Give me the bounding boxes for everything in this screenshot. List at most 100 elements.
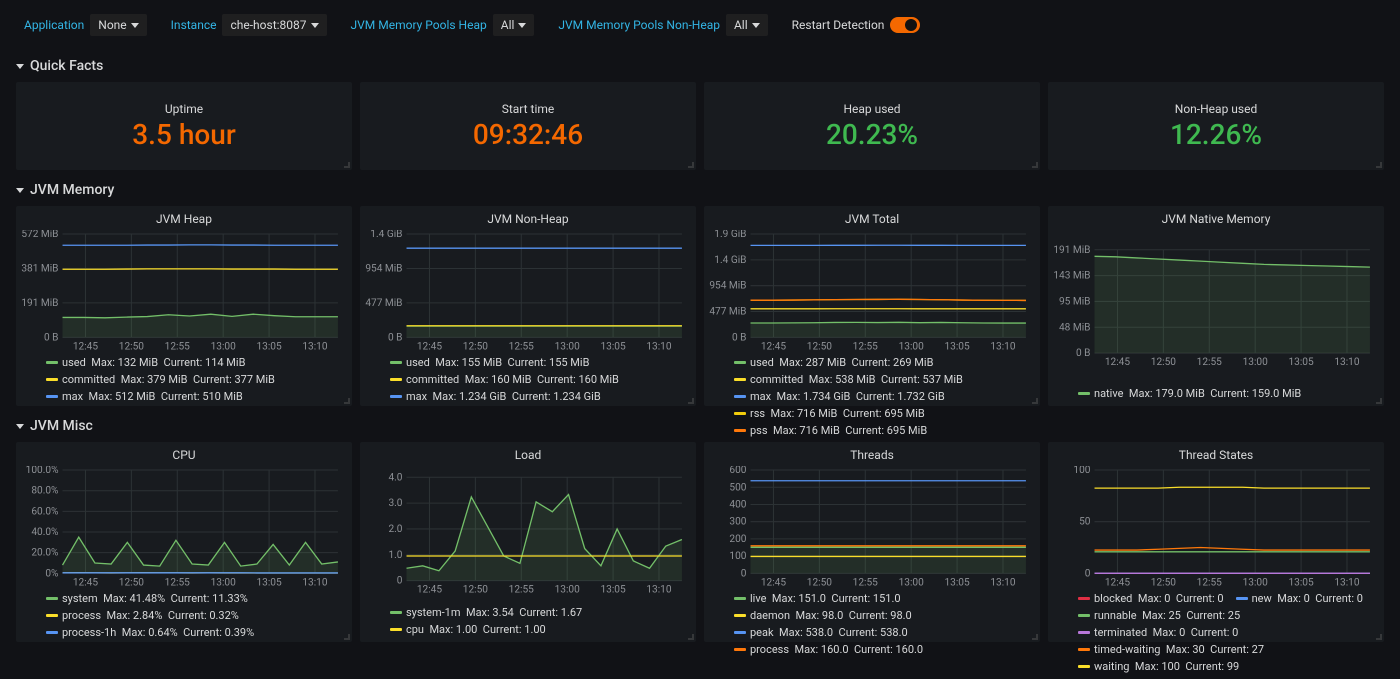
legend-item[interactable]: pss Max: 716 MiB Current: 695 MiB: [734, 424, 927, 437]
legend-label: system-1m Max: 3.54 Current: 1.67: [406, 606, 582, 619]
legend-item[interactable]: max Max: 512 MiB Current: 510 MiB: [46, 390, 243, 403]
svg-text:0: 0: [741, 568, 747, 579]
resize-handle[interactable]: [1376, 634, 1382, 640]
legend-item[interactable]: system-1m Max: 3.54 Current: 1.67: [390, 606, 582, 619]
jvm-memory-row: JVM Heap0 B191 MiB381 MiB572 MiB12:4512:…: [0, 202, 1400, 410]
svg-text:13:10: 13:10: [646, 585, 671, 596]
legend-label: max Max: 1.734 GiB Current: 1.732 GiB: [750, 390, 945, 403]
var-instance-value[interactable]: che-host:8087: [222, 14, 326, 36]
section-toggle-jvm-memory[interactable]: JVM Memory: [0, 174, 1400, 202]
svg-text:13:10: 13:10: [990, 577, 1015, 587]
panel-start-time[interactable]: Start time 09:32:46: [360, 82, 696, 170]
legend-item[interactable]: rss Max: 716 MiB Current: 695 MiB: [734, 407, 925, 420]
legend-item[interactable]: blocked Max: 0 Current: 0: [1078, 592, 1224, 605]
legend-item[interactable]: used Max: 155 MiB Current: 155 MiB: [390, 356, 589, 369]
svg-text:200: 200: [729, 534, 746, 545]
legend-item[interactable]: used Max: 287 MiB Current: 269 MiB: [734, 356, 933, 369]
chart-legend: native Max: 179.0 MiB Current: 159.0 MiB: [1048, 385, 1384, 406]
resize-handle[interactable]: [688, 162, 694, 168]
legend-item[interactable]: max Max: 1.234 GiB Current: 1.234 GiB: [390, 390, 601, 403]
svg-text:12:50: 12:50: [119, 341, 144, 351]
legend-swatch: [1078, 614, 1090, 617]
panel-cpu[interactable]: CPU0%20.0%40.0%60.0%80.0%100.0%12:4512:5…: [16, 442, 352, 642]
legend-item[interactable]: peak Max: 538.0 Current: 538.0: [734, 626, 908, 639]
resize-handle[interactable]: [688, 634, 694, 640]
var-instance[interactable]: Instance che-host:8087: [163, 10, 335, 40]
chart-svg: 0 B477 MiB954 MiB1.4 GiB12:4512:5012:551…: [364, 230, 688, 352]
legend-swatch: [390, 628, 402, 631]
caret-down-icon: [518, 23, 526, 28]
legend-item[interactable]: committed Max: 160 MiB Current: 160 MiB: [390, 373, 619, 386]
legend-item[interactable]: live Max: 151.0 Current: 151.0: [734, 592, 901, 605]
legend-item[interactable]: process-1h Max: 0.64% Current: 0.39%: [46, 626, 254, 639]
restart-detection-switch[interactable]: [890, 17, 920, 33]
var-application-value[interactable]: None: [90, 14, 146, 36]
caret-down-icon: [752, 23, 760, 28]
quick-facts-row: Uptime 3.5 hour Start time 09:32:46 Heap…: [0, 78, 1400, 174]
resize-handle[interactable]: [344, 162, 350, 168]
resize-handle[interactable]: [1376, 398, 1382, 404]
section-toggle-quick-facts[interactable]: Quick Facts: [0, 50, 1400, 78]
svg-text:477 MiB: 477 MiB: [365, 298, 402, 309]
chart-legend: system-1m Max: 3.54 Current: 1.67 cpu Max…: [360, 604, 696, 642]
resize-handle[interactable]: [1032, 634, 1038, 640]
legend-item[interactable]: system Max: 41.48% Current: 11.33%: [46, 592, 248, 605]
svg-text:13:05: 13:05: [600, 585, 625, 596]
legend-item[interactable]: new Max: 0 Current: 0: [1236, 592, 1363, 605]
panel-threads[interactable]: Threads010020030040050060012:4512:5012:5…: [704, 442, 1040, 642]
svg-text:12:45: 12:45: [1105, 577, 1130, 587]
panel-jvm_total[interactable]: JVM Total0 B477 MiB954 MiB1.4 GiB1.9 GiB…: [704, 206, 1040, 406]
var-application[interactable]: Application None: [16, 10, 155, 40]
legend-item[interactable]: process Max: 160.0 Current: 160.0: [734, 643, 923, 656]
panel-uptime[interactable]: Uptime 3.5 hour: [16, 82, 352, 170]
svg-text:400: 400: [729, 500, 746, 511]
resize-handle[interactable]: [344, 634, 350, 640]
section-toggle-jvm-misc[interactable]: JVM Misc: [0, 410, 1400, 438]
svg-text:1.4 GiB: 1.4 GiB: [714, 255, 746, 266]
panel-heap-used[interactable]: Heap used 20.23%: [704, 82, 1040, 170]
svg-text:12:50: 12:50: [1151, 577, 1176, 587]
resize-handle[interactable]: [1032, 398, 1038, 404]
panel-load[interactable]: Load01.02.03.04.012:4512:5012:5513:0013:…: [360, 442, 696, 642]
legend-item[interactable]: cpu Max: 1.00 Current: 1.00: [390, 623, 546, 636]
svg-text:13:10: 13:10: [302, 577, 327, 587]
legend-swatch: [734, 378, 746, 381]
var-pools-nonheap[interactable]: JVM Memory Pools Non-Heap All: [550, 10, 775, 40]
resize-handle[interactable]: [1376, 162, 1382, 168]
legend-item[interactable]: native Max: 179.0 MiB Current: 159.0 MiB: [1078, 387, 1301, 400]
legend-item[interactable]: daemon Max: 98.0 Current: 98.0: [734, 609, 912, 622]
chart-svg: 05010012:4512:5012:5513:0013:0513:10: [1052, 466, 1376, 588]
legend-item[interactable]: committed Max: 538 MiB Current: 537 MiB: [734, 373, 963, 386]
chart-legend: live Max: 151.0 Current: 151.0 daemon Max…: [704, 590, 1040, 662]
svg-text:381 MiB: 381 MiB: [21, 264, 58, 275]
svg-text:4.0: 4.0: [388, 472, 402, 483]
legend-swatch: [390, 378, 402, 381]
panel-jvm_heap[interactable]: JVM Heap0 B191 MiB381 MiB572 MiB12:4512:…: [16, 206, 352, 406]
var-pools-heap[interactable]: JVM Memory Pools Heap All: [343, 10, 543, 40]
legend-item[interactable]: waiting Max: 100 Current: 99: [1078, 660, 1239, 673]
caret-down-icon: [311, 23, 319, 28]
legend-item[interactable]: timed-waiting Max: 30 Current: 27: [1078, 643, 1264, 656]
legend-item[interactable]: runnable Max: 25 Current: 25: [1078, 609, 1240, 622]
chart-body: 0 B477 MiB954 MiB1.4 GiB12:4512:5012:551…: [360, 228, 696, 354]
legend-item[interactable]: terminated Max: 0 Current: 0: [1078, 626, 1238, 639]
panel-thread_states[interactable]: Thread States05010012:4512:5012:5513:001…: [1048, 442, 1384, 642]
var-pools-heap-value[interactable]: All: [493, 14, 535, 36]
panel-nonheap-used[interactable]: Non-Heap used 12.26%: [1048, 82, 1384, 170]
legend-item[interactable]: max Max: 1.734 GiB Current: 1.732 GiB: [734, 390, 945, 403]
caret-down-icon: [131, 23, 139, 28]
legend-item[interactable]: process Max: 2.84% Current: 0.32%: [46, 609, 239, 622]
resize-handle[interactable]: [1032, 162, 1038, 168]
chart-body: 05010012:4512:5012:5513:0013:0513:10: [1048, 464, 1384, 590]
resize-handle[interactable]: [344, 398, 350, 404]
svg-text:13:10: 13:10: [1334, 357, 1359, 368]
panel-jvm_nonheap[interactable]: JVM Non-Heap0 B477 MiB954 MiB1.4 GiB12:4…: [360, 206, 696, 406]
stat-value: 09:32:46: [360, 118, 696, 157]
svg-text:191 MiB: 191 MiB: [21, 298, 58, 309]
var-pools-nonheap-value[interactable]: All: [726, 14, 768, 36]
panel-jvm_native[interactable]: JVM Native Memory0 B48 MiB95 MiB143 MiB1…: [1048, 206, 1384, 406]
svg-text:12:55: 12:55: [853, 341, 878, 351]
legend-item[interactable]: used Max: 132 MiB Current: 114 MiB: [46, 356, 245, 369]
legend-item[interactable]: committed Max: 379 MiB Current: 377 MiB: [46, 373, 275, 386]
resize-handle[interactable]: [688, 398, 694, 404]
